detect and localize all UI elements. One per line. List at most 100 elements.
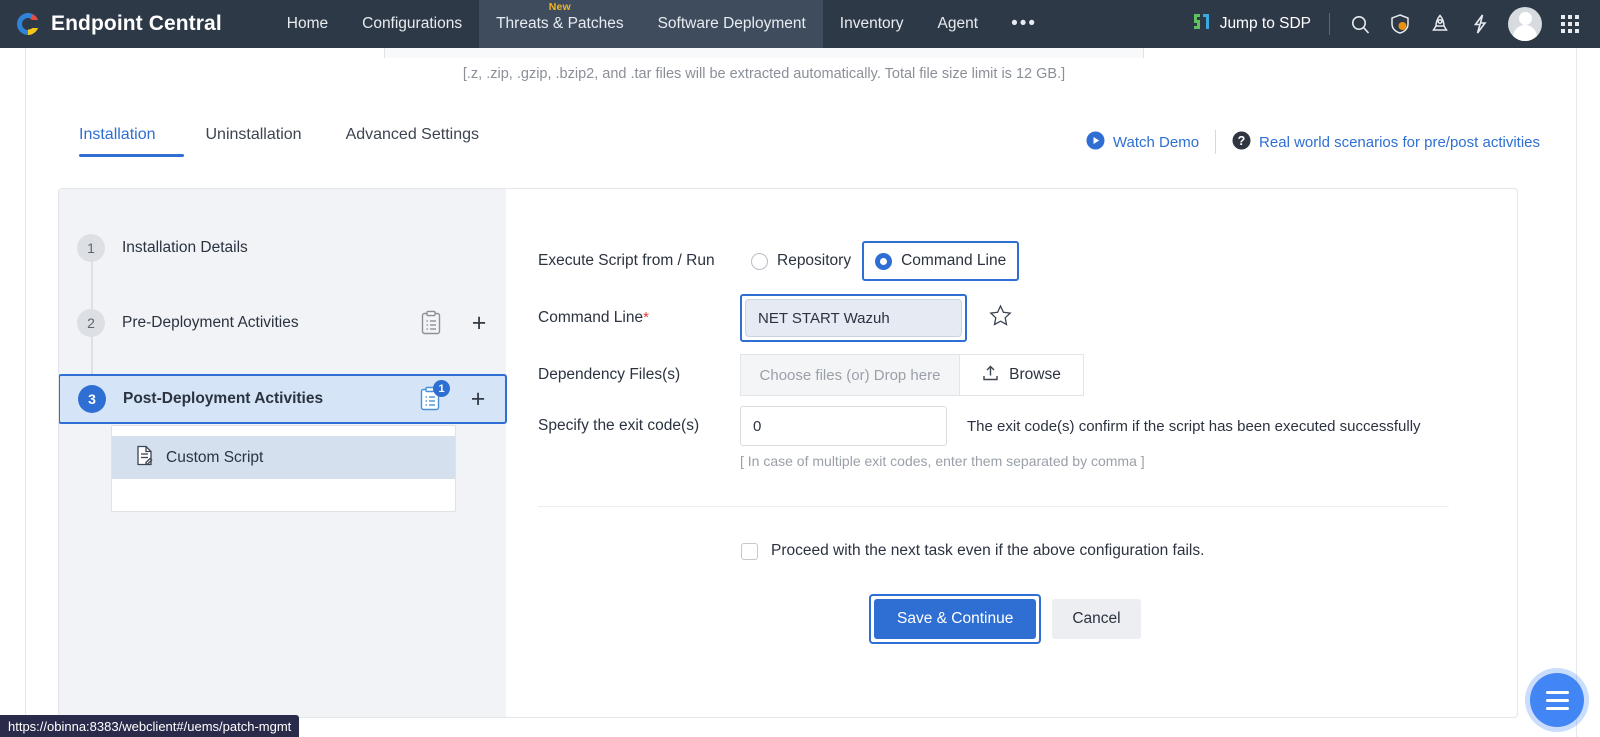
tab-advanced-settings[interactable]: Advanced Settings bbox=[324, 126, 501, 157]
form-actions: Save & Continue Cancel bbox=[869, 594, 1517, 644]
step-actions: 1 + bbox=[419, 380, 487, 412]
page-body: [.z, .zip, .gzip, .bzip2, and .tar files… bbox=[0, 42, 1600, 737]
dependency-files-row: Dependency Files(s) Choose files (or) Dr… bbox=[538, 347, 1517, 403]
endpoint-central-logo-icon bbox=[14, 10, 42, 38]
step-installation-details[interactable]: 1 Installation Details bbox=[59, 225, 506, 271]
proceed-on-failure-row: Proceed with the next task even if the a… bbox=[741, 542, 1517, 560]
nav-item-threats-and-patches[interactable]: New Threats & Patches bbox=[479, 0, 641, 48]
nav-label: Home bbox=[286, 15, 329, 32]
radio-repository[interactable]: Repository bbox=[740, 243, 862, 279]
radio-indicator bbox=[751, 252, 768, 270]
execute-source-radio-group: Repository Command Line bbox=[740, 241, 1020, 281]
watch-demo-label: Watch Demo bbox=[1112, 133, 1200, 151]
tab-help-links: Watch Demo ? Real world scenarios for pr… bbox=[1086, 130, 1540, 154]
rocket-icon[interactable] bbox=[1420, 4, 1460, 44]
favorite-star-icon[interactable] bbox=[989, 304, 1012, 332]
step-number: 3 bbox=[78, 385, 106, 413]
nav-label: Software Deployment bbox=[657, 15, 806, 32]
jump-to-sdp-label: Jump to SDP bbox=[1219, 15, 1311, 32]
command-line-input[interactable] bbox=[745, 299, 962, 337]
new-badge: New bbox=[548, 1, 571, 13]
tab-installation[interactable]: Installation bbox=[79, 126, 184, 157]
browse-label: Browse bbox=[1009, 366, 1061, 383]
tab-label: Uninstallation bbox=[205, 126, 302, 143]
upload-icon bbox=[982, 364, 999, 387]
bolt-icon[interactable] bbox=[1460, 4, 1500, 44]
nav-label: Inventory bbox=[839, 15, 904, 32]
svg-text:?: ? bbox=[1238, 134, 1246, 148]
cancel-button[interactable]: Cancel bbox=[1052, 599, 1141, 639]
proceed-checkbox[interactable] bbox=[741, 542, 758, 560]
nav-right-actions: Jump to SDP bbox=[1184, 4, 1600, 44]
step-label: Post-Deployment Activities bbox=[123, 390, 324, 407]
activity-count-badge: 1 bbox=[433, 380, 450, 397]
help-question-icon: ? bbox=[1232, 131, 1251, 154]
link-divider bbox=[1215, 130, 1217, 154]
nav-item-agent[interactable]: Agent bbox=[921, 0, 996, 48]
script-config-form: Execute Script from / Run Repository Com… bbox=[506, 189, 1517, 717]
nav-divider bbox=[1329, 13, 1330, 35]
nav-item-software-deployment[interactable]: Software Deployment bbox=[640, 0, 823, 48]
command-line-row: Command Line* bbox=[538, 289, 1517, 347]
hamburger-bar bbox=[1545, 698, 1569, 702]
watch-demo-link[interactable]: Watch Demo bbox=[1086, 131, 1199, 154]
save-and-continue-button[interactable]: Save & Continue bbox=[874, 599, 1037, 639]
script-file-icon bbox=[135, 445, 154, 471]
step-pre-deployment-activities[interactable]: 2 Pre-Deployment Activities + bbox=[59, 300, 506, 346]
real-world-scenarios-link[interactable]: ? Real world scenarios for pre/post acti… bbox=[1232, 131, 1540, 154]
clipboard-icon[interactable]: 1 bbox=[419, 380, 450, 412]
form-divider bbox=[538, 506, 1449, 507]
upload-hint-text: [.z, .zip, .gzip, .bzip2, and .tar files… bbox=[462, 66, 1066, 82]
exit-code-note: The exit code(s) confirm if the script h… bbox=[967, 417, 1421, 435]
add-pre-deployment-activity-button[interactable]: + bbox=[470, 310, 488, 336]
help-menu-fab[interactable] bbox=[1530, 673, 1584, 727]
step-post-deployment-activities[interactable]: 3 Post-Deployment Activities 1 + bbox=[59, 374, 507, 424]
radio-indicator bbox=[875, 252, 893, 270]
execute-script-row: Execute Script from / Run Repository Com… bbox=[538, 233, 1517, 289]
hamburger-bar bbox=[1545, 706, 1569, 710]
exit-code-input[interactable] bbox=[740, 406, 947, 446]
file-dropzone[interactable]: Choose files (or) Drop here bbox=[740, 354, 959, 396]
jump-to-sdp-button[interactable]: Jump to SDP bbox=[1184, 11, 1319, 37]
app-grid-icon[interactable] bbox=[1550, 4, 1590, 44]
list-item-custom-script[interactable]: Custom Script bbox=[112, 436, 455, 479]
shield-icon[interactable] bbox=[1380, 4, 1420, 44]
installation-card: 1 Installation Details 2 Pre-Deployment … bbox=[58, 188, 1518, 718]
search-icon[interactable] bbox=[1340, 4, 1380, 44]
avatar[interactable] bbox=[1508, 7, 1542, 41]
right-gutter-divider bbox=[1576, 48, 1577, 737]
nav-item-configurations[interactable]: Configurations bbox=[345, 0, 479, 48]
brand-name: Endpoint Central bbox=[51, 12, 222, 35]
post-deployment-activity-list: Custom Script bbox=[111, 425, 456, 512]
play-icon bbox=[1086, 131, 1105, 154]
sdp-logo-icon bbox=[1192, 11, 1213, 37]
command-line-label: Command Line* bbox=[538, 309, 740, 327]
step-number: 1 bbox=[77, 234, 105, 262]
nav-more-icon[interactable]: ••• bbox=[995, 0, 1053, 48]
radio-label: Command Line bbox=[901, 252, 1007, 269]
step-actions: + bbox=[420, 310, 488, 336]
nav-item-inventory[interactable]: Inventory bbox=[823, 0, 921, 48]
nav-label: Configurations bbox=[362, 15, 463, 32]
execute-script-label: Execute Script from / Run bbox=[538, 252, 715, 269]
step-label: Installation Details bbox=[122, 239, 248, 256]
scenarios-label: Real world scenarios for pre/post activi… bbox=[1259, 133, 1540, 151]
hamburger-bar bbox=[1545, 690, 1569, 694]
browse-button[interactable]: Browse bbox=[959, 354, 1084, 396]
radio-command-line[interactable]: Command Line bbox=[862, 241, 1020, 281]
clipboard-icon[interactable] bbox=[420, 310, 442, 336]
command-line-label-text: Command Line bbox=[538, 309, 644, 326]
brand-logo[interactable]: Endpoint Central bbox=[0, 10, 222, 38]
tab-uninstallation[interactable]: Uninstallation bbox=[184, 126, 324, 157]
add-post-deployment-activity-button[interactable]: + bbox=[469, 386, 487, 412]
status-bar-url: https://obinna:8383/webclient#/uems/patc… bbox=[0, 715, 300, 737]
proceed-label: Proceed with the next task even if the a… bbox=[771, 542, 1205, 559]
exit-code-label: Specify the exit code(s) bbox=[538, 417, 700, 434]
exit-code-row: Specify the exit code(s) The exit code(s… bbox=[538, 403, 1517, 449]
left-gutter-divider bbox=[25, 48, 26, 737]
save-button-focus-ring: Save & Continue bbox=[869, 594, 1042, 644]
step-number: 2 bbox=[77, 309, 105, 337]
content-tabs: Installation Uninstallation Advanced Set… bbox=[79, 126, 501, 157]
list-item-label: Custom Script bbox=[166, 448, 264, 466]
nav-item-home[interactable]: Home bbox=[270, 0, 345, 48]
